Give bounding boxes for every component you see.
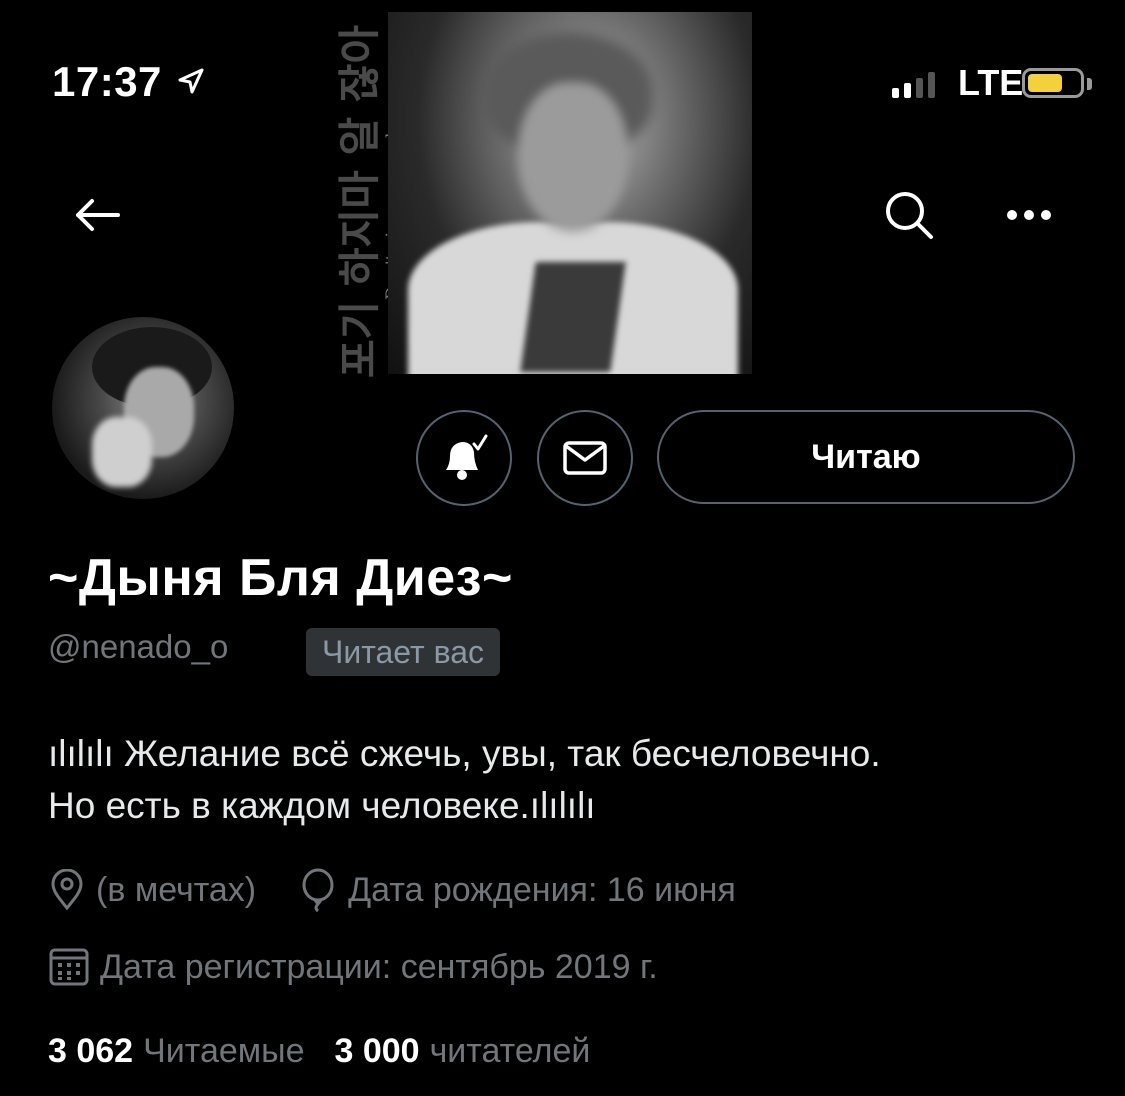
notifications-button[interactable] — [416, 410, 512, 506]
network-label: LTE — [958, 62, 1024, 103]
bio-line: ılılılı Желание всё сжечь, увы, так бесч… — [48, 733, 881, 774]
display-name: ~Дыня Бля Диез~ — [48, 549, 513, 607]
bio-line: Но есть в каждом человеке.ılılılı — [48, 785, 596, 826]
search-icon — [886, 192, 933, 239]
following-label[interactable]: Читаемые — [143, 1032, 304, 1071]
status-time: 17:37 — [52, 58, 162, 105]
battery-tip — [1087, 78, 1092, 90]
profile-screen: 17:37 LTE 포기 하지마 알 잖아 Don't give up ,you… — [0, 0, 1125, 1096]
bell-check-icon — [446, 434, 488, 480]
following-count[interactable]: 3 062 — [48, 1032, 133, 1071]
joined-text: Дата регистрации: сентябрь 2019 г. — [100, 947, 658, 986]
location-item: (в мечтах) — [48, 869, 256, 911]
location-text: (в мечтах) — [96, 870, 257, 909]
svg-text:포기 하지마 알 잖아: 포기 하지마 알 잖아 — [335, 25, 384, 378]
profile-meta-row: (в мечтах) Дата рождения: 16 июня — [48, 868, 778, 912]
joined-item: Дата регистрации: сентябрь 2019 г. — [48, 946, 658, 988]
balloon-icon — [302, 868, 334, 912]
envelope-icon — [563, 441, 607, 475]
follow-stats: 3 062 Читаемые 3 000 читателей — [48, 1032, 620, 1071]
profile-meta-row: Дата регистрации: сентябрь 2019 г. — [48, 946, 700, 988]
signal-icon — [892, 70, 935, 98]
more-button[interactable] — [996, 182, 1062, 248]
following-button[interactable]: Читаю — [657, 410, 1075, 504]
search-button[interactable] — [876, 182, 942, 248]
back-button[interactable] — [64, 182, 130, 248]
arrow-left-icon — [76, 199, 120, 231]
location-arrow-icon — [178, 68, 204, 94]
avatar[interactable] — [48, 313, 238, 503]
message-button[interactable] — [537, 410, 633, 506]
follows-you-badge: Читает вас — [306, 628, 501, 676]
bio: ılılılı Желание всё сжечь, увы, так бесч… — [48, 728, 1098, 832]
birthday-text: Дата рождения: 16 июня — [348, 870, 736, 909]
user-handle: @nenado_o — [48, 628, 229, 665]
battery-icon — [1022, 68, 1084, 98]
more-horizontal-icon — [1007, 210, 1051, 220]
followers-count[interactable]: 3 000 — [334, 1032, 419, 1071]
calendar-icon — [49, 948, 89, 986]
profile-banner-image[interactable] — [388, 12, 752, 374]
location-pin-icon — [51, 869, 83, 911]
followers-label[interactable]: читателей — [430, 1032, 591, 1071]
birthday-item: Дата рождения: 16 июня — [298, 868, 736, 912]
